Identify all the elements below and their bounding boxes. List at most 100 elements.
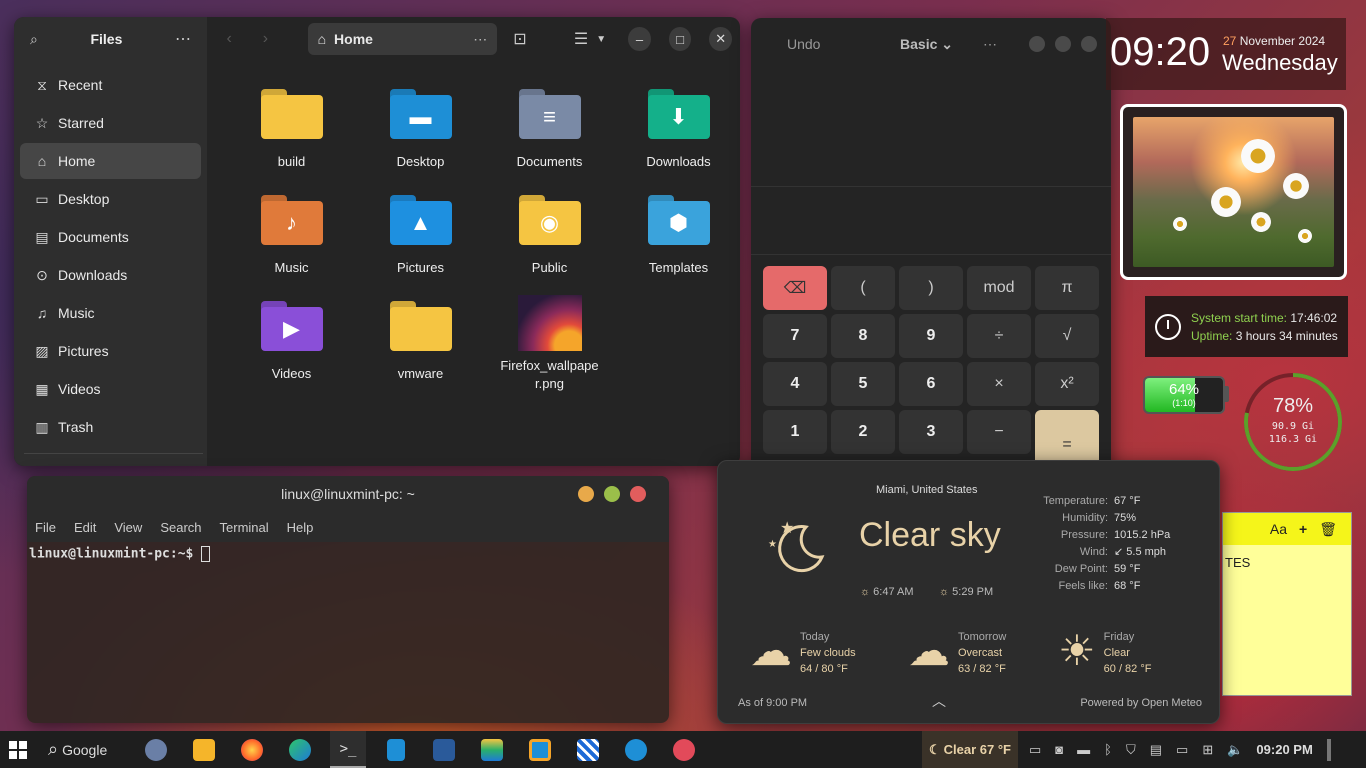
search-view-icon[interactable]: ⊡	[513, 29, 536, 49]
path-bar[interactable]: ⌂ Home ⋯	[307, 23, 498, 55]
file-item[interactable]: ⬇ Downloads	[614, 89, 740, 181]
maximize-button[interactable]	[1055, 36, 1071, 52]
menu-terminal[interactable]: Terminal	[220, 520, 269, 535]
battery-icon[interactable]: ▭	[1176, 742, 1188, 758]
view-dropdown-icon[interactable]: ▼	[596, 34, 606, 45]
radio-icon[interactable]: ▭	[1029, 742, 1041, 758]
path-menu-icon[interactable]: ⋯	[473, 31, 487, 48]
sidebar-item-videos[interactable]: ▦ Videos	[20, 371, 201, 407]
sqrt-button[interactable]: √	[1035, 314, 1099, 358]
close-button[interactable]	[1081, 36, 1097, 52]
sidebar-item-starred[interactable]: ☆ Starred	[20, 105, 201, 141]
mode-selector[interactable]: Basic ⌄	[900, 36, 953, 53]
six-button[interactable]: 6	[899, 362, 963, 406]
close-paren-button[interactable]: )	[899, 266, 963, 310]
show-desktop-button[interactable]	[1326, 738, 1331, 761]
add-icon[interactable]: +	[1299, 521, 1307, 537]
sidebar-item-home[interactable]: ⌂ Home	[20, 143, 201, 179]
search-icon[interactable]: ⌕	[30, 31, 38, 48]
network-icon[interactable]: ⊞	[1202, 742, 1213, 758]
pi-button[interactable]: π	[1035, 266, 1099, 310]
sidebar-item-downloads[interactable]: ⊙ Downloads	[20, 257, 201, 293]
calculator-icon[interactable]	[378, 731, 414, 768]
drive-icon[interactable]: ▬	[1077, 742, 1090, 757]
settings-icon[interactable]	[138, 731, 174, 768]
edge-icon[interactable]	[282, 731, 318, 768]
back-icon[interactable]: ‹	[215, 30, 243, 48]
menu-search[interactable]: Search	[160, 520, 201, 535]
five-button[interactable]: 5	[831, 362, 895, 406]
file-item[interactable]: ♪ Music	[227, 195, 356, 287]
firefox-icon[interactable]	[234, 731, 270, 768]
menu-view[interactable]: View	[114, 520, 142, 535]
sidebar-item-documents[interactable]: ▤ Documents	[20, 219, 201, 255]
vmware-icon[interactable]	[522, 731, 558, 768]
backspace-button[interactable]: ⌫	[763, 266, 827, 310]
virtualbox-icon[interactable]	[426, 731, 462, 768]
sidebar-item-desktop[interactable]: ▭ Desktop	[20, 181, 201, 217]
open-paren-button[interactable]: (	[831, 266, 895, 310]
maximize-button[interactable]: □	[668, 27, 692, 51]
start-menu-button[interactable]	[0, 731, 36, 768]
note-text[interactable]: TES	[1223, 545, 1351, 570]
menu-edit[interactable]: Edit	[74, 520, 96, 535]
file-item[interactable]: Firefox_wallpaper.png	[485, 295, 614, 393]
terminal-window[interactable]: linux@linuxmint-pc: ~ File Edit View Search…	[27, 476, 669, 723]
menu-help[interactable]: Help	[287, 520, 314, 535]
file-item[interactable]: build	[227, 89, 356, 181]
file-item[interactable]: ▲ Pictures	[356, 195, 485, 287]
sidebar-item-recent[interactable]: ⧖ Recent	[20, 67, 201, 103]
sort-icon[interactable]: ☰	[574, 29, 588, 49]
font-size-icon[interactable]: Aa	[1270, 521, 1287, 537]
file-item[interactable]: ⬢ Templates	[614, 195, 740, 287]
four-button[interactable]: 4	[763, 362, 827, 406]
search-button[interactable]: ⌕ Google	[48, 739, 126, 760]
file-item[interactable]: vmware	[356, 301, 485, 393]
divide-button[interactable]: ÷	[967, 314, 1031, 358]
taskbar-clock[interactable]: 09:20 PM	[1256, 742, 1312, 757]
volume-icon[interactable]: 🔈	[1227, 742, 1243, 758]
sidebar-item-music[interactable]: ♫ Music	[20, 295, 201, 331]
clipboard-icon[interactable]: ▤	[1150, 742, 1162, 758]
terminal-icon[interactable]: >_	[330, 731, 366, 768]
file-item[interactable]: ▶ Videos	[227, 301, 356, 393]
shield-icon[interactable]: ⛉	[1126, 742, 1136, 758]
pattern-app-icon[interactable]	[570, 731, 606, 768]
maximize-button[interactable]	[604, 486, 620, 502]
media-player-icon[interactable]	[618, 731, 654, 768]
seven-button[interactable]: 7	[763, 314, 827, 358]
trash-icon[interactable]: 🗑	[1319, 521, 1337, 538]
menu-file[interactable]: File	[35, 520, 56, 535]
minimize-button[interactable]	[1029, 36, 1045, 52]
one-button[interactable]: 1	[763, 410, 827, 454]
three-button[interactable]: 3	[899, 410, 963, 454]
multiply-button[interactable]: ×	[967, 362, 1031, 406]
layers-app-icon[interactable]	[474, 731, 510, 768]
sidebar-item-pictures[interactable]: ▨ Pictures	[20, 333, 201, 369]
forward-icon[interactable]: ›	[251, 30, 279, 48]
sticky-note-widget[interactable]: Aa + 🗑 TES	[1222, 512, 1352, 696]
terminal-prompt[interactable]: linux@linuxmint-pc:~$	[27, 542, 669, 566]
square-button[interactable]: x²	[1035, 362, 1099, 406]
sidebar-item-trash[interactable]: ▥ Trash	[20, 409, 201, 445]
calc-menu-icon[interactable]: ⋯	[983, 36, 997, 53]
two-button[interactable]: 2	[831, 410, 895, 454]
close-button[interactable]: ✕	[709, 27, 732, 51]
nine-button[interactable]: 9	[899, 314, 963, 358]
file-manager-icon[interactable]	[186, 731, 222, 768]
file-item[interactable]: ≡ Documents	[485, 89, 614, 181]
camera-icon[interactable]: ◙	[1055, 742, 1063, 757]
audio-recorder-icon[interactable]	[666, 731, 702, 768]
file-item[interactable]: ◉ Public	[485, 195, 614, 287]
bluetooth-icon[interactable]: ᛒ	[1104, 742, 1112, 757]
collapse-icon[interactable]: ︿	[932, 691, 946, 711]
minimize-button[interactable]: –	[628, 27, 651, 51]
close-button[interactable]	[630, 486, 646, 502]
file-item[interactable]: ▬ Desktop	[356, 89, 485, 181]
mod-button[interactable]: mod	[967, 266, 1031, 310]
minimize-button[interactable]	[578, 486, 594, 502]
undo-button[interactable]: Undo	[787, 36, 820, 52]
menu-icon[interactable]: ⋯	[175, 29, 191, 49]
minus-button[interactable]: −	[967, 410, 1031, 454]
taskbar-weather[interactable]: ☾ Clear 67 °F	[922, 731, 1018, 768]
